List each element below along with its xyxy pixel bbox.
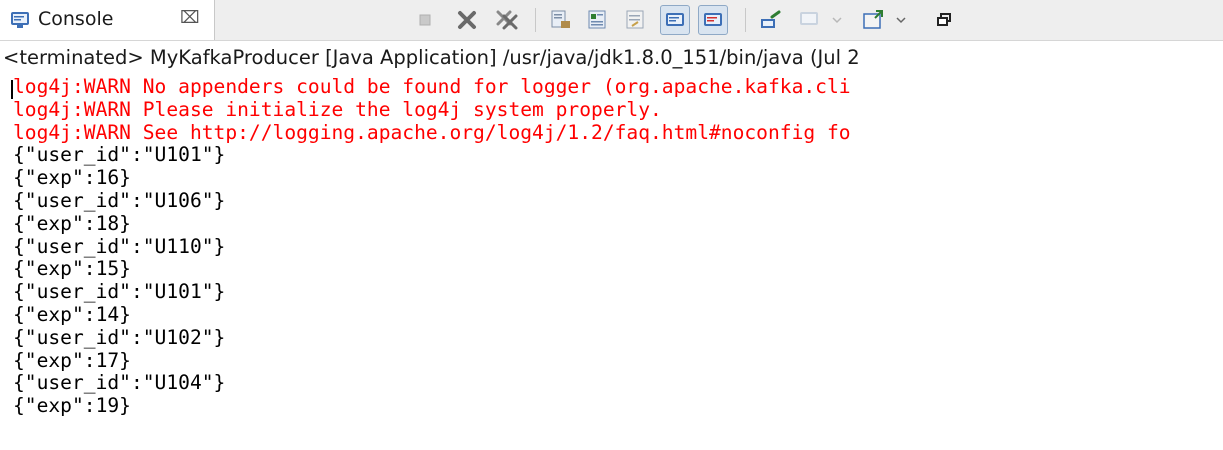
chevron-down-icon[interactable]	[892, 5, 910, 35]
console-line: {"exp":15}	[13, 257, 131, 281]
toolbar-separator	[535, 8, 536, 32]
console-toolbar	[400, 0, 1223, 40]
pin-console-icon[interactable]	[755, 5, 785, 35]
console-line: {"exp":16}	[13, 166, 131, 190]
console-line: {"exp":18}	[13, 211, 131, 235]
display-selected-console-icon[interactable]	[795, 5, 825, 35]
console-tab[interactable]: Console ⌧	[0, 0, 215, 40]
launch-status-line: <terminated> MyKafkaProducer [Java Appli…	[3, 46, 860, 69]
remove-all-terminated-icon[interactable]	[492, 5, 522, 35]
terminate-icon[interactable]	[410, 5, 440, 35]
open-console-icon[interactable]	[858, 5, 888, 35]
remove-launch-icon[interactable]	[452, 5, 482, 35]
console-line: {"user_id":"U102"}	[13, 325, 226, 349]
console-icon	[10, 10, 30, 30]
scroll-lock-icon[interactable]	[583, 5, 613, 35]
console-line-stderr: log4j:WARN Please initialize the log4j s…	[13, 97, 662, 121]
close-icon[interactable]: ⌧	[180, 8, 200, 28]
console-line: {"user_id":"U101"}	[13, 143, 226, 167]
console-tab-label: Console	[38, 8, 114, 30]
console-line: {"user_id":"U110"}	[13, 234, 226, 258]
word-wrap-icon[interactable]	[621, 5, 651, 35]
text-caret	[11, 80, 13, 99]
view-tab-bar: Console ⌧	[0, 0, 1223, 41]
show-console-on-stdout-icon[interactable]	[660, 5, 690, 35]
console-line: {"exp":17}	[13, 348, 131, 372]
console-line-stderr: log4j:WARN See http://logging.apache.org…	[13, 120, 851, 144]
toolbar-separator	[745, 8, 746, 32]
console-line: {"user_id":"U101"}	[13, 280, 226, 304]
console-line-stderr: log4j:WARN No appenders could be found f…	[13, 76, 851, 98]
console-line: {"user_id":"U106"}	[13, 188, 226, 212]
console-line: {"exp":14}	[13, 302, 131, 326]
console-line: {"exp":19}	[13, 394, 131, 418]
clear-console-icon[interactable]	[545, 5, 575, 35]
console-output[interactable]: log4j:WARN No appenders could be found f…	[0, 76, 1223, 450]
show-console-on-stderr-icon[interactable]	[698, 5, 728, 35]
chevron-down-icon[interactable]	[828, 5, 846, 35]
restore-icon[interactable]	[933, 5, 957, 35]
console-line: {"user_id":"U104"}	[13, 371, 226, 395]
